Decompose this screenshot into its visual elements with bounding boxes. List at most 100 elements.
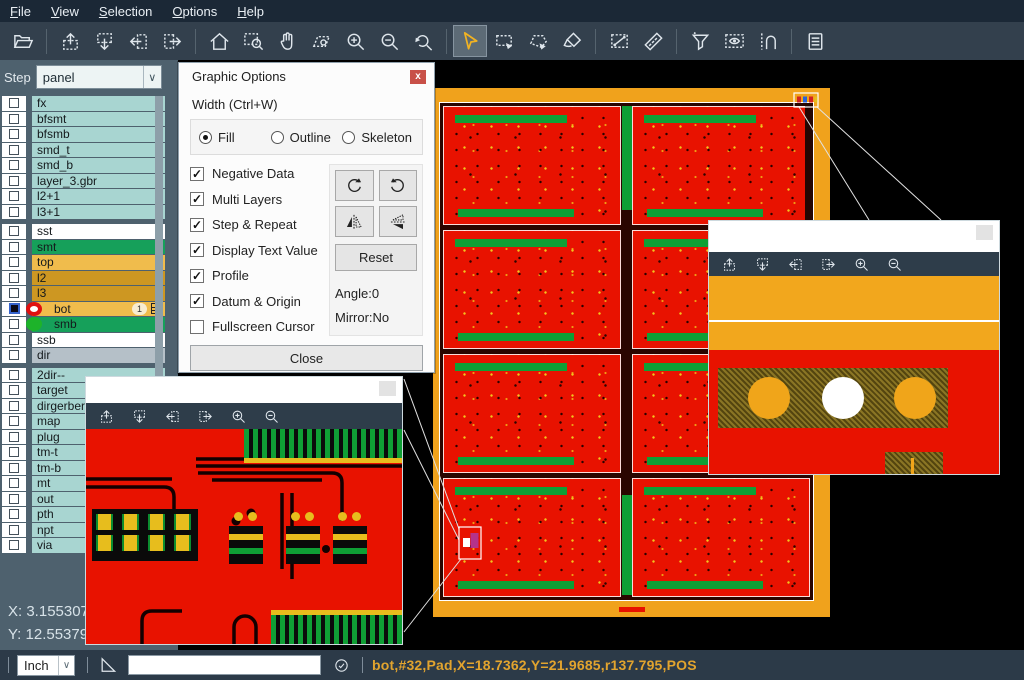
layer-row-dir[interactable]: dir	[0, 348, 165, 363]
layer-row-l2+1[interactable]: l2+1	[0, 189, 165, 204]
pan-hand-button[interactable]	[270, 25, 304, 57]
zoom-window-titlebar[interactable]	[709, 221, 999, 252]
layer-row-ssb[interactable]: ssb	[0, 333, 165, 348]
layer-row-l2[interactable]: l2	[0, 271, 165, 286]
move-down-button[interactable]	[87, 25, 121, 57]
layer-row-bot[interactable]: bot1	[0, 302, 165, 317]
layer-visibility-checkbox[interactable]	[9, 370, 19, 380]
layer-visibility-checkbox[interactable]	[9, 432, 19, 442]
layer-visibility-checkbox[interactable]	[9, 303, 20, 314]
layer-visibility-checkbox[interactable]	[9, 257, 19, 267]
poly-select-button[interactable]	[521, 25, 555, 57]
home-button[interactable]	[202, 25, 236, 57]
zoom-in-button[interactable]	[849, 254, 873, 275]
option-display-text-value[interactable]: ✓Display Text Value	[190, 243, 329, 258]
select-cursor-button[interactable]	[453, 25, 487, 57]
close-button[interactable]	[379, 381, 396, 396]
command-input[interactable]	[128, 655, 321, 675]
layer-visibility-checkbox[interactable]	[9, 478, 19, 488]
close-button[interactable]: Close	[190, 345, 423, 371]
layer-visibility-checkbox[interactable]	[9, 98, 19, 108]
layer-row-bfsmt[interactable]: bfsmt	[0, 112, 165, 127]
zoom-window-titlebar[interactable]	[86, 377, 402, 403]
option-negative-data[interactable]: ✓Negative Data	[190, 166, 329, 181]
checkbox-icon[interactable]: ✓	[190, 167, 204, 181]
zoom-window-view[interactable]	[86, 429, 402, 644]
radio-icon[interactable]	[199, 131, 212, 144]
clean-button[interactable]	[555, 25, 589, 57]
menu-item-view[interactable]: View	[41, 2, 89, 21]
reset-button[interactable]: Reset	[335, 244, 417, 271]
zoom-out-button[interactable]	[882, 254, 906, 275]
layer-visibility-checkbox[interactable]	[9, 288, 19, 298]
layer-row-sst[interactable]: sst	[0, 224, 165, 239]
angle-tool-icon[interactable]	[98, 655, 118, 675]
checkbox-icon[interactable]: ✓	[190, 192, 204, 206]
radio-icon[interactable]	[342, 131, 355, 144]
menu-item-selection[interactable]: Selection	[89, 2, 162, 21]
layer-row-top[interactable]: top	[0, 255, 165, 270]
layer-row-smd_t[interactable]: smd_t	[0, 143, 165, 158]
ruler-button[interactable]	[636, 25, 670, 57]
apply-icon[interactable]	[333, 657, 350, 674]
menu-item-options[interactable]: Options	[162, 2, 227, 21]
option-multi-layers[interactable]: ✓Multi Layers	[190, 192, 329, 207]
option-step-repeat[interactable]: ✓Step & Repeat	[190, 217, 329, 232]
layer-visibility-checkbox[interactable]	[9, 114, 19, 124]
snap-button[interactable]	[751, 25, 785, 57]
layer-visibility-checkbox[interactable]	[9, 463, 19, 473]
rotate-ccw-button[interactable]	[379, 170, 418, 201]
layer-visibility-checkbox[interactable]	[9, 385, 19, 395]
close-icon[interactable]: x	[410, 70, 426, 84]
layer-visibility-checkbox[interactable]	[9, 525, 19, 535]
width-mode-fill[interactable]: Fill	[199, 130, 271, 145]
layer-row-layer_3.gbr[interactable]: layer_3.gbr	[0, 174, 165, 189]
zoom-window-view[interactable]	[709, 276, 999, 474]
layer-visibility-checkbox[interactable]	[9, 207, 19, 217]
layer-row-bfsmb[interactable]: bfsmb	[0, 127, 165, 142]
flip-vertical-button[interactable]	[379, 206, 418, 237]
move-right-button[interactable]	[193, 406, 217, 427]
option-profile[interactable]: ✓Profile	[190, 268, 329, 283]
checkbox-icon[interactable]: ✓	[190, 294, 204, 308]
open-folder-button[interactable]	[6, 25, 40, 57]
move-up-button[interactable]	[94, 406, 118, 427]
width-mode-outline[interactable]: Outline	[271, 130, 343, 145]
option-fullscreen-cursor[interactable]: Fullscreen Cursor	[190, 319, 329, 334]
filter-button[interactable]	[683, 25, 717, 57]
zoom-in-button[interactable]	[338, 25, 372, 57]
step-select[interactable]: panel ∨	[36, 65, 162, 89]
layer-visibility-checkbox[interactable]	[9, 145, 19, 155]
layer-row-l3+1[interactable]: l3+1	[0, 205, 165, 220]
move-left-button[interactable]	[160, 406, 184, 427]
show-selection-button[interactable]	[717, 25, 751, 57]
close-button[interactable]	[976, 225, 993, 240]
layer-visibility-checkbox[interactable]	[9, 176, 19, 186]
unit-select[interactable]: Inch ∨	[17, 655, 75, 676]
layer-visibility-checkbox[interactable]	[9, 335, 19, 345]
move-down-button[interactable]	[127, 406, 151, 427]
move-right-button[interactable]	[816, 254, 840, 275]
flip-horizontal-button[interactable]	[335, 206, 374, 237]
zoom-area-button[interactable]	[304, 25, 338, 57]
zoom-previous-button[interactable]	[406, 25, 440, 57]
move-up-button[interactable]	[53, 25, 87, 57]
layer-visibility-checkbox[interactable]	[9, 129, 19, 139]
layer-visibility-checkbox[interactable]	[9, 273, 19, 283]
layer-visibility-checkbox[interactable]	[9, 494, 19, 504]
menu-item-file[interactable]: File	[0, 2, 41, 21]
checkbox-icon[interactable]: ✓	[190, 218, 204, 232]
layer-visibility-checkbox[interactable]	[9, 401, 19, 411]
checkbox-icon[interactable]: ✓	[190, 269, 204, 283]
move-left-button[interactable]	[121, 25, 155, 57]
layer-visibility-checkbox[interactable]	[9, 226, 19, 236]
layer-visibility-checkbox[interactable]	[9, 160, 19, 170]
checkbox-icon[interactable]	[190, 320, 204, 334]
layer-visibility-checkbox[interactable]	[9, 191, 19, 201]
dialog-titlebar[interactable]: Graphic Options x	[179, 63, 434, 90]
move-down-button[interactable]	[750, 254, 774, 275]
move-up-button[interactable]	[717, 254, 741, 275]
layer-visibility-checkbox[interactable]	[9, 319, 19, 329]
layer-visibility-checkbox[interactable]	[9, 242, 19, 252]
option-datum-origin[interactable]: ✓Datum & Origin	[190, 294, 329, 309]
